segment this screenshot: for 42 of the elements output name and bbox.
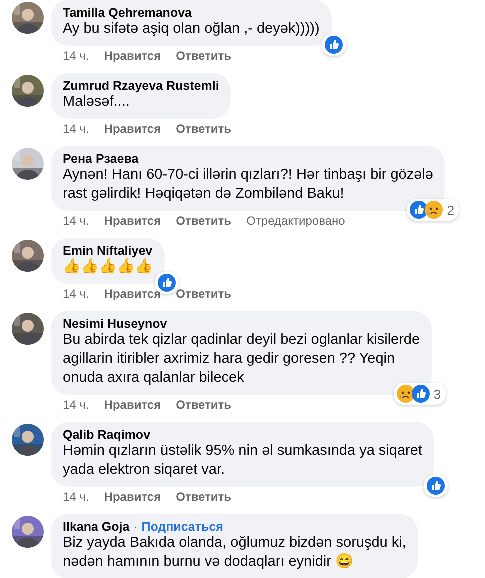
author-name[interactable]: Qalib Raqimov xyxy=(63,428,151,442)
author-name[interactable]: Ilkana Goja xyxy=(63,520,130,534)
author-name[interactable]: Рена Рзаева xyxy=(63,152,139,166)
comment-text: onuda axıra qalanlar bilecek xyxy=(63,369,246,388)
reaction-summary[interactable]: 3 xyxy=(394,383,446,405)
comment-action-link[interactable]: Ответить xyxy=(176,49,232,64)
comment-time[interactable]: 14 ч. xyxy=(63,287,90,302)
comment-action-link[interactable]: Нравится xyxy=(104,122,162,137)
comment-time[interactable]: 14 ч. xyxy=(63,490,90,505)
edited-label: Отредактировано xyxy=(246,214,346,229)
author-name[interactable]: Nesimi Huseynov xyxy=(63,317,168,331)
comment-text: Ay bu sifətə aşiq olan oğlan ,- deyək))))) xyxy=(63,20,320,39)
comment-text: yada elektron siqaret var. xyxy=(63,461,226,480)
comment-action-link[interactable]: Ответить xyxy=(176,287,232,302)
comment-action-link[interactable]: Нравится xyxy=(104,214,162,229)
comment-text: Aynən! Hanı 60-70-ci illərin qızları?! Hər tinbaşı bir gözələ xyxy=(63,166,434,185)
comment-time[interactable]: 14 ч. xyxy=(63,398,90,413)
comment-text: agillarin itiribler axrimiz hara gedir goresen ?? Yeqin xyxy=(63,350,396,369)
comment-text: 👍👍👍👍👍 xyxy=(63,258,153,277)
comment-text: Biz yayda Bakıda olanda, oğlumuz bizdən soruşdu ki, xyxy=(63,534,406,553)
comment-text: nədən hamının burnu və dodaqları eynidir 😄 xyxy=(63,553,354,572)
reaction-summary[interactable]: 2 xyxy=(407,199,460,221)
follow-link[interactable]: Подписаться xyxy=(142,520,224,534)
comment-action-link[interactable]: Ответить xyxy=(176,214,232,229)
comment-time[interactable]: 14 ч. xyxy=(63,122,90,137)
comment-text: rast gəlirdik! Həqiqətən də Zombilənd Baku! xyxy=(63,185,346,204)
comment-action-link[interactable]: Нравится xyxy=(104,49,162,64)
comment-text: Maləsəf.... xyxy=(63,93,131,112)
comment-text: Həmin qızların üstəlik 95% nin əl sumkasında ya siqaret xyxy=(63,442,422,461)
comment-action-link[interactable]: Ответить xyxy=(176,122,232,137)
author-name[interactable]: Tamilla Qehremanova xyxy=(63,6,192,20)
author-name[interactable]: Zumrud Rzayeva Rustemli xyxy=(63,79,220,93)
comment-action-link[interactable]: Нравится xyxy=(104,490,162,505)
comment-time[interactable]: 14 ч. xyxy=(63,49,90,64)
separator-dot: · xyxy=(134,520,138,534)
comment-action-link[interactable]: Нравится xyxy=(104,398,162,413)
comment-action-link[interactable]: Нравится xyxy=(104,287,162,302)
comment-action-link[interactable]: Ответить xyxy=(176,398,232,413)
comment-action-link[interactable]: Ответить xyxy=(176,490,232,505)
author-name[interactable]: Emin Niftaliyev xyxy=(63,244,153,258)
comment-time[interactable]: 14 ч. xyxy=(63,214,90,229)
comment-text: Bu abirda tek qizlar qadinlar deyil bezi oglanlar kisilerde xyxy=(63,331,420,350)
